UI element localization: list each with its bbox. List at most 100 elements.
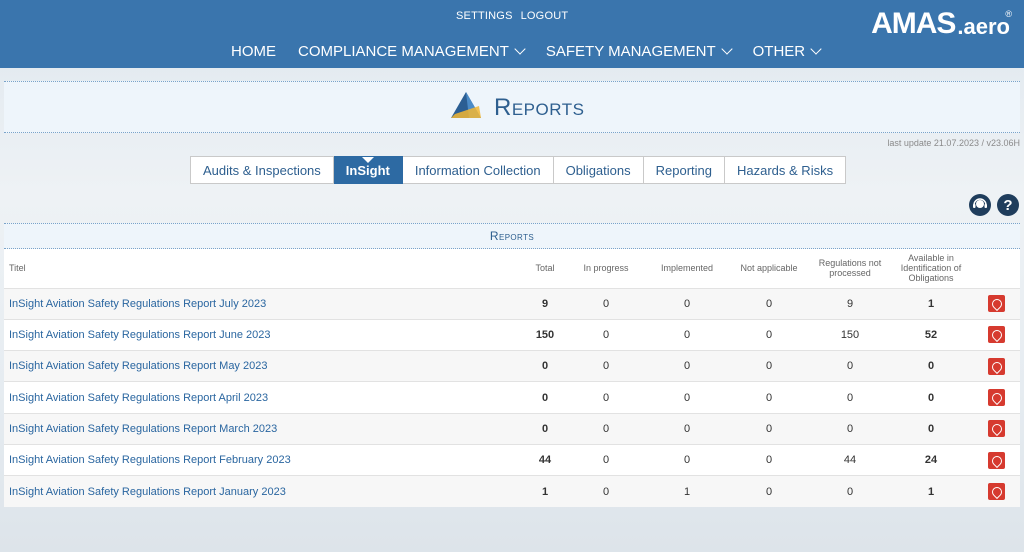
reports-table: Titel Total In progress Implemented Not … <box>4 249 1020 508</box>
report-title-link[interactable]: InSight Aviation Safety Regulations Repo… <box>4 413 524 444</box>
table-row: InSight Aviation Safety Regulations Repo… <box>4 413 1020 445</box>
cell-not-processed: 0 <box>846 391 854 404</box>
cell-available: 1 <box>927 485 935 498</box>
col-titel[interactable]: Titel <box>4 249 524 288</box>
cell-implemented: 1 <box>683 485 691 498</box>
cell-in-progress: 0 <box>602 454 610 467</box>
cell-not-processed: 44 <box>843 454 857 467</box>
cell-not-applicable: 0 <box>765 454 773 467</box>
cell-implemented: 0 <box>683 297 691 310</box>
col-regulations-not-processed[interactable]: Regulations not processed <box>810 249 890 288</box>
nav-safety-management[interactable]: SAFETY MANAGEMENT <box>545 43 733 60</box>
col-total[interactable]: Total <box>524 249 566 288</box>
amas-triangle-icon <box>451 92 481 123</box>
pdf-icon[interactable] <box>987 357 1005 375</box>
col-not-applicable[interactable]: Not applicable <box>728 249 810 288</box>
page-title: Reports <box>494 94 585 121</box>
cell-in-progress: 0 <box>602 422 610 435</box>
cell-total: 0 <box>541 391 549 404</box>
table-row: InSight Aviation Safety Regulations Repo… <box>4 350 1020 382</box>
settings-link[interactable]: SETTINGS <box>456 10 513 22</box>
col-pdf <box>972 249 1020 288</box>
cell-not-applicable: 0 <box>765 360 773 373</box>
utility-links: SETTINGS LOGOUT <box>456 10 568 22</box>
cell-implemented: 0 <box>683 454 691 467</box>
logout-link[interactable]: LOGOUT <box>521 10 569 22</box>
tab-obligations[interactable]: Obligations <box>553 156 644 184</box>
cell-total: 150 <box>535 328 555 341</box>
tab-audits-inspections[interactable]: Audits & Inspections <box>190 156 334 184</box>
pdf-icon[interactable] <box>987 451 1005 469</box>
report-title-link[interactable]: InSight Aviation Safety Regulations Repo… <box>4 288 524 319</box>
nav-safety-label: SAFETY MANAGEMENT <box>545 43 716 60</box>
col-available-in-identification[interactable]: Available in Identification of Obligatio… <box>890 249 972 288</box>
pdf-icon[interactable] <box>987 483 1005 501</box>
chevron-down-icon <box>514 43 526 55</box>
cell-not-processed: 150 <box>840 328 860 341</box>
report-title-link[interactable]: InSight Aviation Safety Regulations Repo… <box>4 382 524 413</box>
main-nav: HOME COMPLIANCE MANAGEMENT SAFETY MANAGE… <box>231 43 842 60</box>
col-implemented[interactable]: Implemented <box>646 249 728 288</box>
tab-hazards-risks[interactable]: Hazards & Risks <box>725 156 847 184</box>
table-row: InSight Aviation Safety Regulations Repo… <box>4 319 1020 351</box>
pdf-icon[interactable] <box>987 389 1005 407</box>
top-bar: SETTINGS LOGOUT HOME COMPLIANCE MANAGEME… <box>0 0 1024 68</box>
cell-in-progress: 0 <box>602 360 610 373</box>
nav-home[interactable]: HOME <box>231 43 276 60</box>
cell-not-processed: 0 <box>846 360 854 373</box>
nav-home-label: HOME <box>231 43 276 60</box>
cell-total: 0 <box>541 422 549 435</box>
last-update: last update 21.07.2023 / v23.06H <box>887 138 1020 148</box>
cell-in-progress: 0 <box>602 297 610 310</box>
cell-implemented: 0 <box>683 391 691 404</box>
cell-not-processed: 0 <box>846 485 854 498</box>
panel-header: Reports <box>4 223 1020 249</box>
nav-compliance-management[interactable]: COMPLIANCE MANAGEMENT <box>298 43 526 60</box>
cell-available: 0 <box>927 422 935 435</box>
pdf-icon[interactable] <box>987 326 1005 344</box>
cell-total: 1 <box>541 485 549 498</box>
cell-implemented: 0 <box>683 360 691 373</box>
reports-panel: Reports Titel Total In progress Implemen… <box>4 223 1020 508</box>
cell-available: 1 <box>927 297 935 310</box>
pdf-icon[interactable] <box>987 295 1005 313</box>
nav-other-label: OTHER <box>752 43 806 60</box>
table-header-row: Titel Total In progress Implemented Not … <box>4 249 1020 288</box>
table-row: InSight Aviation Safety Regulations Repo… <box>4 381 1020 414</box>
table-row: InSight Aviation Safety Regulations Repo… <box>4 444 1020 476</box>
logo-sub: .aero <box>957 14 1010 39</box>
cell-available: 0 <box>927 391 935 404</box>
col-in-progress[interactable]: In progress <box>566 249 646 288</box>
report-title-link[interactable]: InSight Aviation Safety Regulations Repo… <box>4 351 524 382</box>
support-agent-icon[interactable] <box>969 194 991 216</box>
chevron-down-icon <box>810 43 822 55</box>
cell-total: 9 <box>541 297 549 310</box>
cell-not-processed: 9 <box>846 297 854 310</box>
pdf-icon[interactable] <box>987 420 1005 438</box>
cell-not-applicable: 0 <box>765 297 773 310</box>
report-title-link[interactable]: InSight Aviation Safety Regulations Repo… <box>4 476 524 507</box>
cell-in-progress: 0 <box>602 485 610 498</box>
cell-in-progress: 0 <box>602 391 610 404</box>
table-row: InSight Aviation Safety Regulations Repo… <box>4 475 1020 508</box>
cell-not-applicable: 0 <box>765 422 773 435</box>
cell-available: 0 <box>927 360 935 373</box>
cell-in-progress: 0 <box>602 328 610 341</box>
amas-logo[interactable]: AMAS .aero ® <box>871 7 1012 41</box>
tab-insight[interactable]: InSight <box>333 156 403 184</box>
cell-available: 24 <box>924 454 938 467</box>
chevron-down-icon <box>720 43 733 55</box>
tab-reporting[interactable]: Reporting <box>643 156 725 184</box>
cell-total: 44 <box>538 454 552 467</box>
cell-total: 0 <box>541 360 549 373</box>
logo-text: AMAS <box>871 7 956 40</box>
report-title-link[interactable]: InSight Aviation Safety Regulations Repo… <box>4 444 524 475</box>
question-icon[interactable]: ? <box>997 194 1019 216</box>
cell-implemented: 0 <box>683 422 691 435</box>
report-title-link[interactable]: InSight Aviation Safety Regulations Repo… <box>4 319 524 350</box>
cell-not-processed: 0 <box>846 422 854 435</box>
nav-other[interactable]: OTHER <box>752 43 822 60</box>
logo-registered: ® <box>1005 9 1012 19</box>
page-title-band: Reports <box>4 81 1020 133</box>
tab-information-collection[interactable]: Information Collection <box>402 156 554 184</box>
